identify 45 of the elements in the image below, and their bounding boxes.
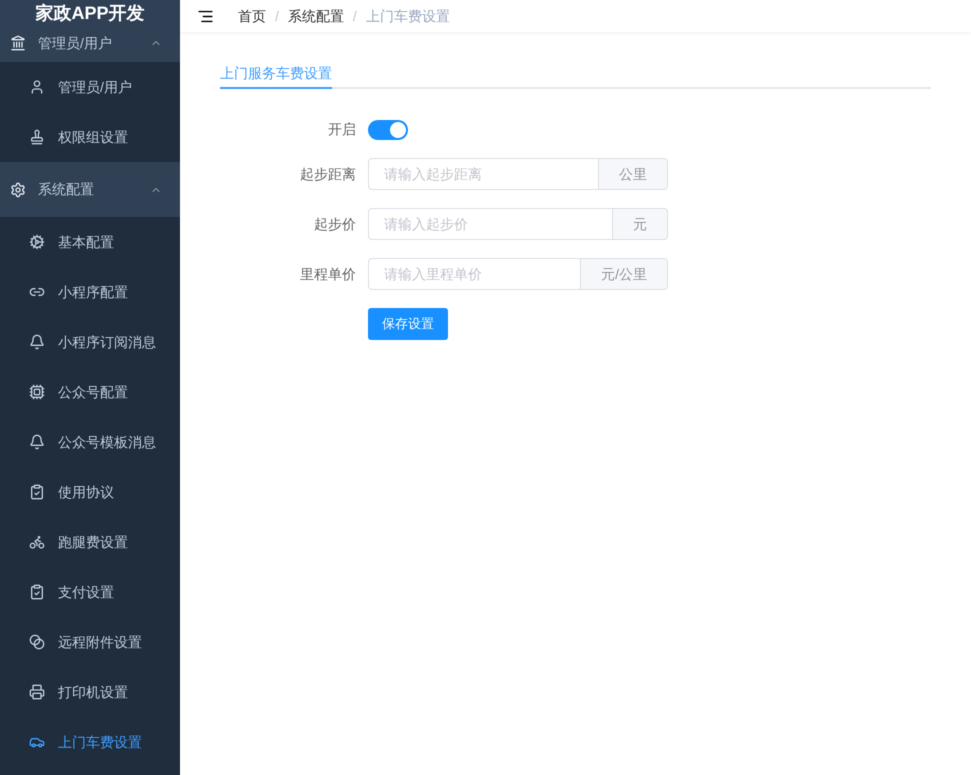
menu-item[interactable]: 远程附件设置	[0, 617, 180, 667]
form-label: 里程单价	[299, 264, 357, 284]
menu-group[interactable]: 系统配置	[0, 162, 180, 217]
input-field[interactable]: 请输入起步价	[368, 208, 613, 240]
bicycle-icon	[29, 534, 45, 550]
menu-group[interactable]: 管理员/用户	[0, 24, 180, 62]
menu-item[interactable]: 小程序订阅消息	[0, 317, 180, 367]
input-field[interactable]: 请输入起步距离	[368, 158, 599, 190]
printer-icon	[29, 684, 45, 700]
unit-label: 元/公里	[581, 258, 668, 290]
menu-item[interactable]: 管理员/用户	[0, 62, 180, 112]
menu-item[interactable]: 小程序配置	[0, 267, 180, 317]
settings-icon	[10, 182, 26, 198]
unit-label: 元	[613, 208, 668, 240]
menu-item[interactable]: 使用协议	[0, 467, 180, 517]
menu-item[interactable]: 公众号配置	[0, 367, 180, 417]
menu-item[interactable]: 打印机设置	[0, 667, 180, 717]
pedestal-icon	[10, 35, 26, 51]
form-label: 起步距离	[299, 164, 357, 184]
menu-item[interactable]: 权限组设置	[0, 112, 180, 162]
menu-item[interactable]: 支付设置	[0, 567, 180, 617]
toggle-switch[interactable]	[368, 120, 408, 140]
chip-icon	[29, 384, 45, 400]
input-field[interactable]: 请输入里程单价	[368, 258, 582, 290]
clipboard-icon	[29, 484, 45, 500]
unit-label: 公里	[599, 158, 668, 190]
breadcrumb-separator: /	[275, 6, 279, 26]
form-label: 起步价	[313, 214, 357, 234]
bell-icon	[29, 434, 45, 450]
rings-icon	[29, 634, 45, 650]
user-icon	[29, 79, 45, 95]
menu-item[interactable]: 跑腿费设置	[0, 517, 180, 567]
form-label: 开启	[327, 120, 357, 139]
stamp-icon	[29, 129, 45, 145]
breadcrumb-item[interactable]: 首页	[238, 6, 266, 26]
breadcrumb-item: 上门车费设置	[366, 6, 450, 26]
gear-icon	[29, 234, 45, 250]
menu-item[interactable]: 基本配置	[0, 217, 180, 267]
bell-icon	[29, 334, 45, 350]
breadcrumb-item[interactable]: 系统配置	[288, 6, 344, 26]
breadcrumb-separator: /	[352, 6, 357, 26]
menu-item[interactable]: 上门车费设置	[0, 717, 180, 767]
app-logo-text: 家政APP开发	[35, 2, 144, 24]
clipboard-icon	[29, 584, 45, 600]
menu-item[interactable]: 公众号模板消息	[0, 417, 180, 467]
